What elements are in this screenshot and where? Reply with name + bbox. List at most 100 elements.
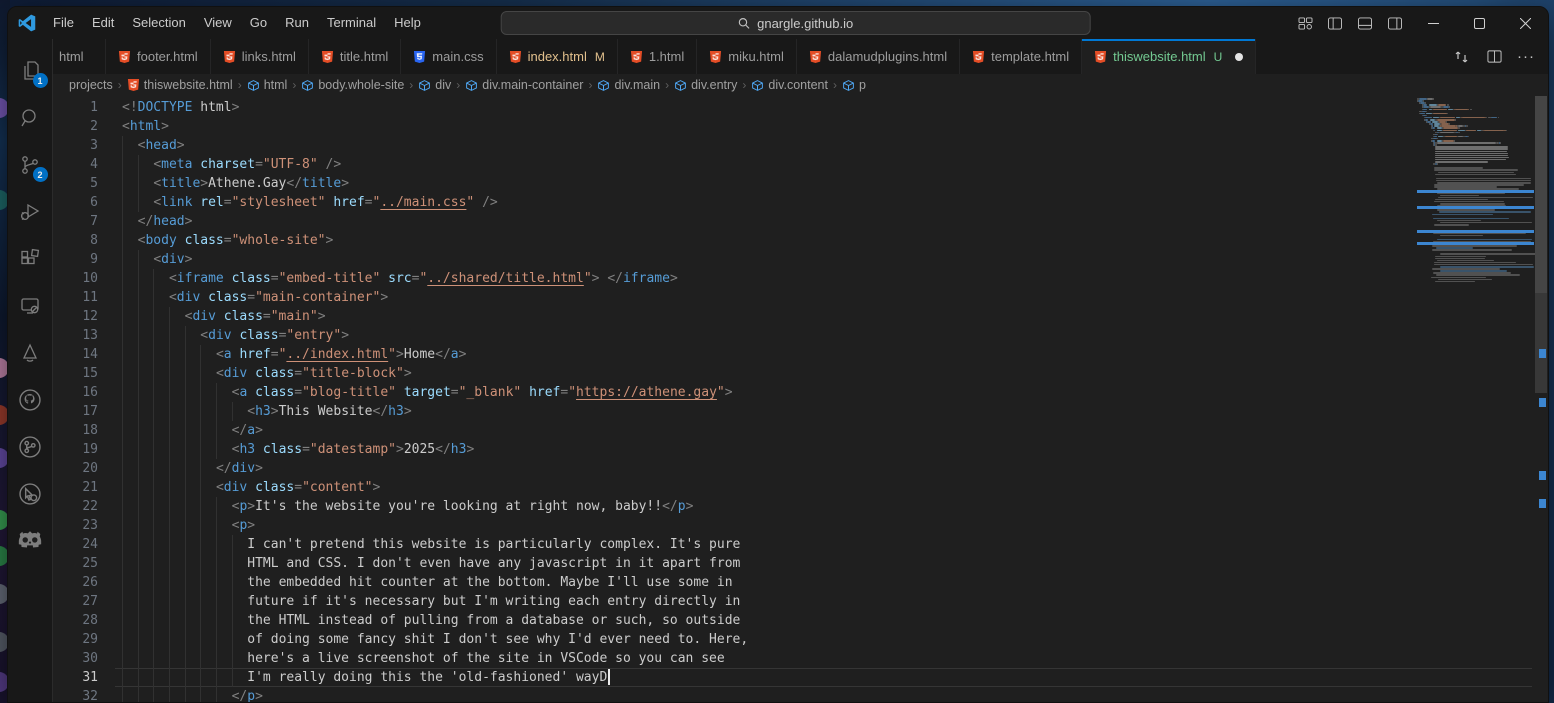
line-number[interactable]: 29 <box>53 630 98 649</box>
code-line-32[interactable]: 32</p> <box>53 687 1548 703</box>
code-line-29[interactable]: 29of doing some fancy shit I don't see w… <box>53 630 1548 649</box>
line-number[interactable]: 21 <box>53 478 98 497</box>
line-number[interactable]: 15 <box>53 364 98 383</box>
code-line-14[interactable]: 14<a href="../index.html">Home</a> <box>53 345 1548 364</box>
minimize-button[interactable] <box>1410 7 1456 39</box>
tab-miku.html[interactable]: miku.html <box>697 39 797 74</box>
menu-run[interactable]: Run <box>276 7 318 39</box>
open-changes-icon[interactable] <box>1448 44 1476 70</box>
tab-footer.html[interactable]: footer.html <box>106 39 211 74</box>
line-number[interactable]: 1 <box>53 98 98 117</box>
unsaved-dot-icon[interactable] <box>1235 53 1243 61</box>
line-number[interactable]: 5 <box>53 174 98 193</box>
line-number[interactable]: 12 <box>53 307 98 326</box>
line-number[interactable]: 14 <box>53 345 98 364</box>
line-number[interactable]: 23 <box>53 516 98 535</box>
code-line-6[interactable]: 6<link rel="stylesheet" href="../main.cs… <box>53 193 1548 212</box>
command-center-search[interactable]: gnargle.github.io <box>501 11 1091 35</box>
close-button[interactable] <box>1502 7 1548 39</box>
breadcrumb-item-thiswebsite.html[interactable]: thiswebsite.html <box>127 78 233 92</box>
toggle-secondary-sidebar-icon[interactable] <box>1382 12 1408 34</box>
code-line-8[interactable]: 8<body class="whole-site"> <box>53 231 1548 250</box>
breadcrumb-item-div.entry[interactable]: div.entry <box>674 78 737 92</box>
breadcrumb-item-html[interactable]: html <box>247 78 288 92</box>
tab-html[interactable]: html <box>53 39 106 74</box>
line-number[interactable]: 4 <box>53 155 98 174</box>
line-number[interactable]: 18 <box>53 421 98 440</box>
github-icon[interactable] <box>8 376 53 423</box>
line-number[interactable]: 2 <box>53 117 98 136</box>
menu-file[interactable]: File <box>44 7 83 39</box>
code-line-26[interactable]: 26the embedded hit counter at the bottom… <box>53 573 1548 592</box>
source-control-icon[interactable]: 2 <box>8 141 53 188</box>
breadcrumb-item-body.whole-site[interactable]: body.whole-site <box>301 78 404 92</box>
code-line-16[interactable]: 16<a class="blog-title" target="_blank" … <box>53 383 1548 402</box>
tab-thiswebsite.html[interactable]: thiswebsite.htmlU <box>1082 39 1256 74</box>
astro-extension-icon[interactable] <box>8 329 53 376</box>
line-number[interactable]: 17 <box>53 402 98 421</box>
code-line-17[interactable]: 17<h3>This Website</h3> <box>53 402 1548 421</box>
remote-explorer-icon[interactable] <box>8 282 53 329</box>
git-graph-icon[interactable] <box>8 423 53 470</box>
code-line-30[interactable]: 30here's a live screenshot of the site i… <box>53 649 1548 668</box>
menu-edit[interactable]: Edit <box>83 7 123 39</box>
maximize-button[interactable] <box>1456 7 1502 39</box>
menu-help[interactable]: Help <box>385 7 430 39</box>
menu-view[interactable]: View <box>195 7 241 39</box>
code-line-13[interactable]: 13<div class="entry"> <box>53 326 1548 345</box>
breadcrumb-item-div.main[interactable]: div.main <box>597 78 660 92</box>
explorer-icon[interactable]: 1 <box>8 47 53 94</box>
code-line-18[interactable]: 18</a> <box>53 421 1548 440</box>
line-number[interactable]: 30 <box>53 649 98 668</box>
line-number[interactable]: 19 <box>53 440 98 459</box>
toggle-primary-sidebar-icon[interactable] <box>1322 12 1348 34</box>
tab-index.html[interactable]: index.htmlM <box>497 39 618 74</box>
breadcrumb-item-div.content[interactable]: div.content <box>751 78 828 92</box>
line-number[interactable]: 26 <box>53 573 98 592</box>
line-number[interactable]: 32 <box>53 687 98 703</box>
code-line-24[interactable]: 24I can't pretend this website is partic… <box>53 535 1548 554</box>
code-line-9[interactable]: 9<div> <box>53 250 1548 269</box>
code-line-23[interactable]: 23<p> <box>53 516 1548 535</box>
code-line-4[interactable]: 4<meta charset="UTF-8" /> <box>53 155 1548 174</box>
gitlens-inspect-icon[interactable] <box>8 470 53 517</box>
scrollbar-slider[interactable] <box>1535 96 1547 293</box>
code-line-11[interactable]: 11<div class="main-container"> <box>53 288 1548 307</box>
line-number[interactable]: 31 <box>53 668 98 687</box>
code-line-25[interactable]: 25HTML and CSS. I don't even have any ja… <box>53 554 1548 573</box>
code-line-2[interactable]: 2<html> <box>53 117 1548 136</box>
menu-go[interactable]: Go <box>241 7 276 39</box>
minimap[interactable] <box>1417 98 1534 703</box>
vertical-scrollbar[interactable] <box>1534 96 1548 703</box>
tab-links.html[interactable]: links.html <box>211 39 309 74</box>
line-number[interactable]: 25 <box>53 554 98 573</box>
line-number[interactable]: 7 <box>53 212 98 231</box>
code-line-1[interactable]: 1<!DOCTYPE html> <box>53 98 1548 117</box>
customize-layout-icon[interactable] <box>1292 12 1318 34</box>
search-icon[interactable] <box>8 94 53 141</box>
tab-dalamudplugins.html[interactable]: dalamudplugins.html <box>797 39 960 74</box>
breadcrumb-item-projects[interactable]: projects <box>69 78 113 92</box>
code-line-5[interactable]: 5<title>Athene.Gay</title> <box>53 174 1548 193</box>
toggle-panel-icon[interactable] <box>1352 12 1378 34</box>
tab-1.html[interactable]: 1.html <box>618 39 697 74</box>
breadcrumb-item-p[interactable]: p <box>842 78 866 92</box>
line-number[interactable]: 11 <box>53 288 98 307</box>
line-number[interactable]: 28 <box>53 611 98 630</box>
code-editor[interactable]: 1<!DOCTYPE html>2<html>3<head>4<meta cha… <box>53 96 1548 703</box>
menu-terminal[interactable]: Terminal <box>318 7 385 39</box>
code-line-28[interactable]: 28the HTML instead of pulling from a dat… <box>53 611 1548 630</box>
code-line-19[interactable]: 19<h3 class="datestamp">2025</h3> <box>53 440 1548 459</box>
more-actions-icon[interactable]: ··· <box>1512 44 1540 70</box>
line-number[interactable]: 10 <box>53 269 98 288</box>
code-line-15[interactable]: 15<div class="title-block"> <box>53 364 1548 383</box>
code-line-31[interactable]: 31I'm really doing this the 'old-fashion… <box>53 668 1548 687</box>
line-number[interactable]: 8 <box>53 231 98 250</box>
tab-title.html[interactable]: title.html <box>309 39 401 74</box>
line-number[interactable]: 24 <box>53 535 98 554</box>
split-editor-icon[interactable] <box>1480 44 1508 70</box>
line-number[interactable]: 16 <box>53 383 98 402</box>
code-line-21[interactable]: 21<div class="content"> <box>53 478 1548 497</box>
menu-selection[interactable]: Selection <box>123 7 194 39</box>
breadcrumb-item-div[interactable]: div <box>418 78 451 92</box>
